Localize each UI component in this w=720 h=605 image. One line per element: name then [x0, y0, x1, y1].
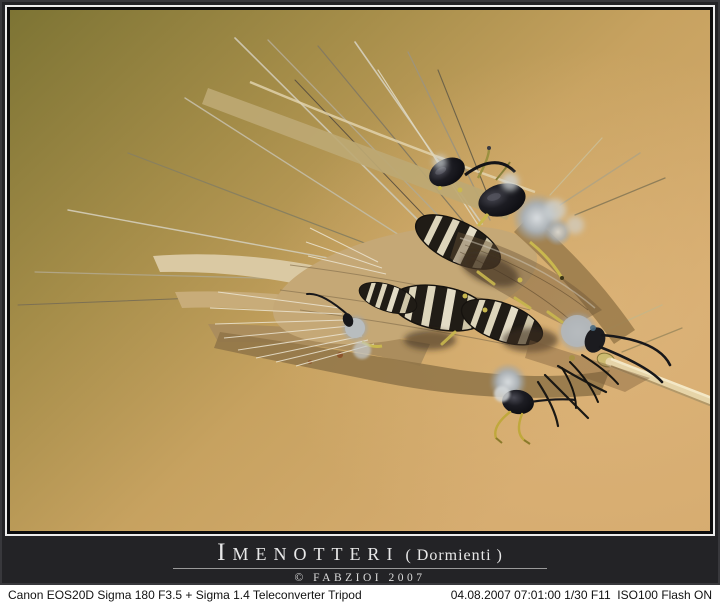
bees-on-wheat-illustration: [10, 10, 710, 531]
photo-title: IMENOTTERI ( Dormienti ): [2, 541, 718, 568]
exif-camera-info: Canon EOS20D Sigma 180 F3.5 + Sigma 1.4 …: [8, 585, 362, 605]
photo: [10, 10, 710, 531]
title-rest: MENOTTERI: [232, 544, 399, 564]
framed-photo-page: IMENOTTERI ( Dormienti ) © FABZIOI 2007 C…: [0, 0, 720, 605]
title-initial: I: [217, 539, 232, 566]
exif-exposure-info: 04.08.2007 07:01:00 1/30 F11 ISO100 Flas…: [451, 585, 712, 605]
photo-border-line: [5, 5, 715, 536]
caption-band: IMENOTTERI ( Dormienti ) © FABZIOI 2007: [2, 541, 718, 583]
photo-subtitle: ( Dormienti ): [405, 547, 502, 564]
exif-bar: Canon EOS20D Sigma 180 F3.5 + Sigma 1.4 …: [0, 585, 720, 605]
copyright-credit: © FABZIOI 2007: [2, 572, 718, 584]
caption-divider: [173, 568, 547, 569]
dark-frame-mat: IMENOTTERI ( Dormienti ) © FABZIOI 2007: [0, 0, 720, 585]
